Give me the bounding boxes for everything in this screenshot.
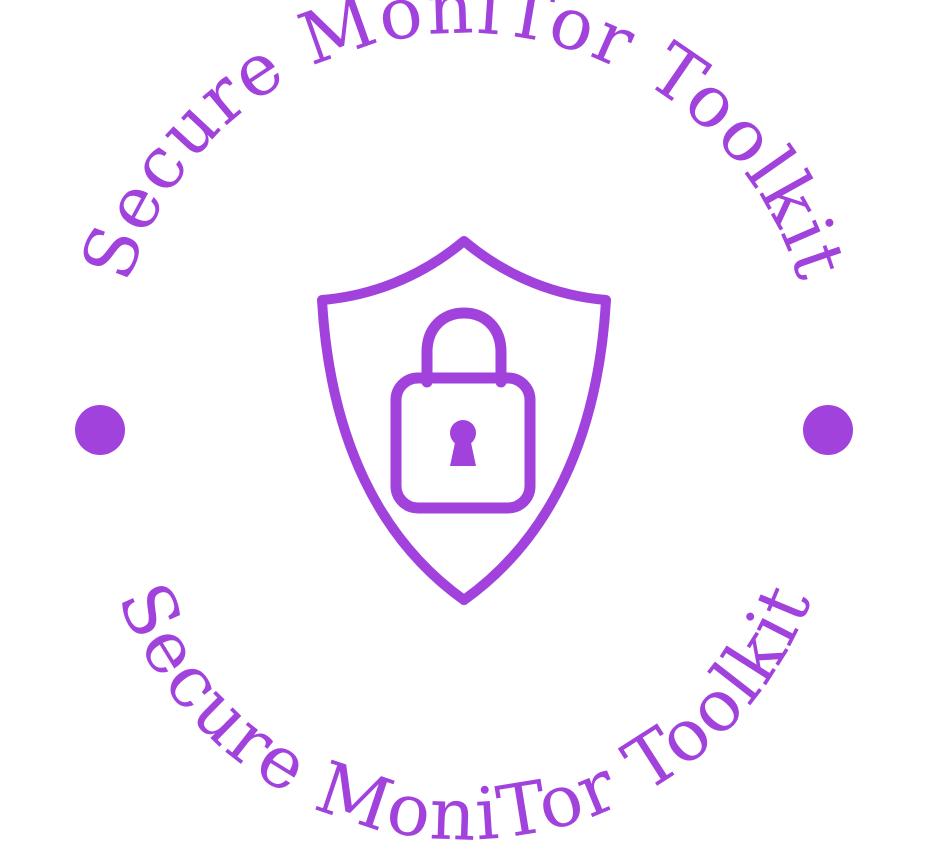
secure-monitor-toolkit-logo: Secure MoniTor Toolkit Secure MoniTor To… xyxy=(64,0,861,843)
padlock-shackle-icon xyxy=(421,307,507,388)
bottom-arc-title-text: Secure MoniTor Toolkit xyxy=(102,571,826,843)
shield-lock-icon xyxy=(317,236,611,605)
right-dot xyxy=(803,405,853,455)
logo-canvas: Secure MoniTor Toolkit Secure MoniTor To… xyxy=(0,0,933,843)
left-dot xyxy=(75,405,125,455)
keyhole-icon xyxy=(450,420,476,466)
bottom-arc-title: Secure MoniTor Toolkit xyxy=(102,571,828,843)
